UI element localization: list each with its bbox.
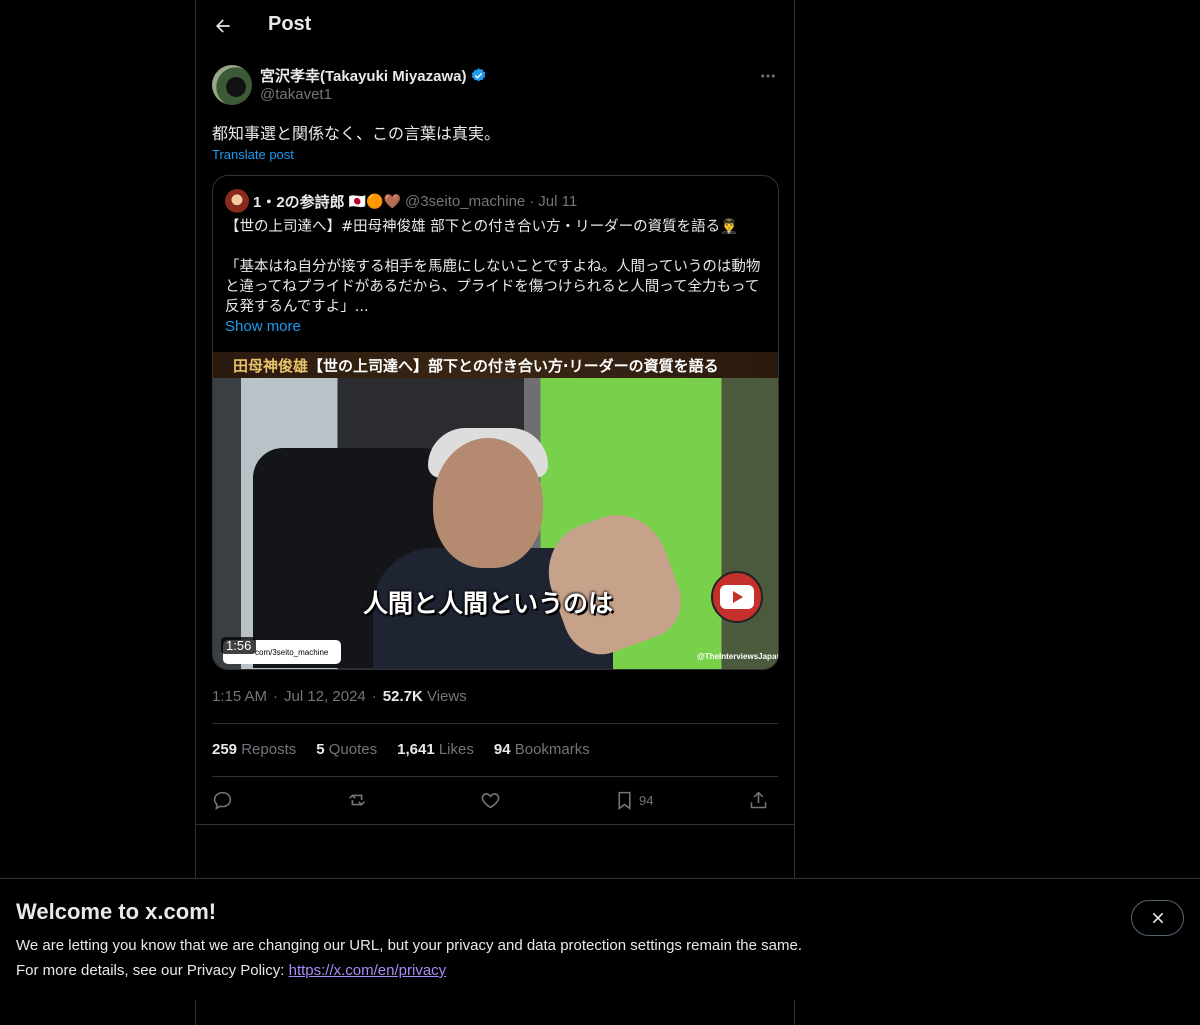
bookmarks-label: Bookmarks (514, 741, 590, 758)
share-button[interactable] (748, 788, 769, 812)
arrow-left-icon (216, 19, 230, 33)
close-banner-button[interactable] (1131, 900, 1184, 936)
quotes-count: 5 (316, 741, 325, 758)
reposts-count: 259 (212, 741, 238, 758)
video-duration: 1:56 (221, 637, 257, 654)
likes-label: Likes (438, 741, 474, 758)
separator-dot: · (529, 192, 535, 210)
video-banner-name: 田母神俊雄 (233, 356, 309, 375)
reposts-stat[interactable]: 259 Reposts (212, 741, 296, 758)
divider (212, 723, 778, 724)
translate-post-link[interactable]: Translate post (212, 147, 294, 162)
author-handle[interactable]: @takavet1 (260, 86, 332, 103)
divider (212, 776, 778, 777)
like-button[interactable] (480, 788, 501, 812)
main-column: Post 宮沢孝幸(Takayuki Miyazawa) @takavet1 都… (195, 0, 795, 1025)
quoted-post-line-1: 【世の上司達へ】#田母神俊雄 部下との付き合い方・リーダーの資質を語る👨‍✈️ (225, 219, 739, 235)
author-name-text: 宮沢孝幸(Takayuki Miyazawa) (260, 68, 467, 85)
banner-title: Welcome to x.com! (16, 899, 217, 924)
video-subtitle: 人間と人間というのは (363, 589, 614, 618)
verified-badge-icon[interactable] (470, 67, 487, 84)
post-text: 都知事選と関係なく、この言葉は真実。 (212, 124, 501, 143)
bookmarks-stat[interactable]: 94 Bookmarks (494, 741, 590, 758)
action-bar: 94 (212, 788, 778, 812)
video-frame (213, 378, 778, 669)
bookmarks-count: 94 (493, 741, 511, 758)
quoted-author-avatar (225, 189, 249, 213)
youtube-play-icon (720, 585, 754, 609)
banner-privacy-prefix: For more details, see our Privacy Policy… (16, 962, 285, 979)
video-title-banner: 田母神俊雄 【世の上司達へ】部下との付き合い方·リーダーの資質を語る (213, 352, 778, 378)
close-icon (1152, 912, 1163, 924)
quotes-label: Quotes (328, 741, 378, 758)
post-stats: 259 Reposts 5 Quotes 1,641 Likes 94 Book… (212, 741, 590, 758)
quoted-post-text: 【世の上司達へ】#田母神俊雄 部下との付き合い方・リーダーの資質を語る👨‍✈️ … (225, 217, 770, 317)
quoted-author-handle: @3seito_machine (404, 192, 526, 210)
more-dots-icon (761, 74, 775, 78)
reply-button[interactable] (212, 788, 233, 812)
author-avatar[interactable] (212, 65, 252, 105)
views-label: Views (426, 688, 467, 705)
post-time[interactable]: 1:15 AM (212, 688, 267, 705)
video-watermark: @TheInterviewsJapan (697, 652, 778, 661)
likes-count: 1,641 (397, 741, 435, 758)
views-count: 52.7K (382, 688, 423, 705)
share-icon (750, 791, 767, 808)
banner-message: We are letting you know that we are chan… (16, 937, 802, 954)
reply-icon (213, 791, 232, 810)
quoted-post-line-2: 「基本はね自分が接する相手を馬鹿にしないことですよね。人間っていうのは動物と違っ… (225, 259, 761, 315)
author-name[interactable]: 宮沢孝幸(Takayuki Miyazawa) (260, 65, 487, 86)
views: 52.7K Views (383, 688, 467, 705)
quoted-post-header: 1・2の参詩郎 🇯🇵🟠🤎 @3seito_machine · Jul 11 (225, 189, 577, 213)
bookmark-button[interactable]: 94 (614, 788, 653, 812)
quoted-author-emoji: 🇯🇵🟠🤎 (348, 192, 401, 209)
privacy-policy-link[interactable]: https://x.com/en/privacy (289, 962, 447, 979)
video-banner-title: 【世の上司達へ】部下との付き合い方·リーダーの資質を語る (308, 356, 719, 375)
separator-dot: · (371, 688, 377, 705)
post-date[interactable]: Jul 12, 2024 (284, 688, 366, 705)
reposts-label: Reposts (241, 741, 297, 758)
person-head (433, 438, 543, 568)
page-title: Post (268, 13, 312, 35)
video-player[interactable]: 田母神俊雄 【世の上司達へ】部下との付き合い方·リーダーの資質を語る 人間と人間… (213, 352, 778, 669)
separator-dot: · (273, 688, 279, 705)
heart-icon (481, 792, 500, 808)
show-more-link[interactable]: Show more (225, 318, 301, 335)
bookmark-icon (618, 791, 631, 810)
back-button[interactable] (208, 11, 238, 41)
more-options-button[interactable] (756, 64, 780, 88)
post-meta: 1:15 AM · Jul 12, 2024 · 52.7K Views (212, 688, 467, 705)
divider (196, 824, 794, 825)
bookmark-count: 94 (639, 792, 654, 808)
youtube-icon (711, 571, 763, 623)
quoted-post[interactable]: 1・2の参詩郎 🇯🇵🟠🤎 @3seito_machine · Jul 11 【世… (212, 175, 779, 670)
header: Post (196, 0, 794, 53)
likes-stat[interactable]: 1,641 Likes (397, 741, 474, 758)
banner-privacy-line: For more details, see our Privacy Policy… (16, 962, 446, 979)
repost-icon (349, 794, 365, 806)
quoted-author-name: 1・2の参詩郎 (253, 193, 345, 211)
repost-button[interactable] (346, 788, 368, 812)
welcome-banner: Welcome to x.com! We are letting you kno… (0, 878, 1200, 1000)
quoted-post-date: Jul 11 (538, 192, 578, 210)
quotes-stat[interactable]: 5 Quotes (316, 741, 377, 758)
